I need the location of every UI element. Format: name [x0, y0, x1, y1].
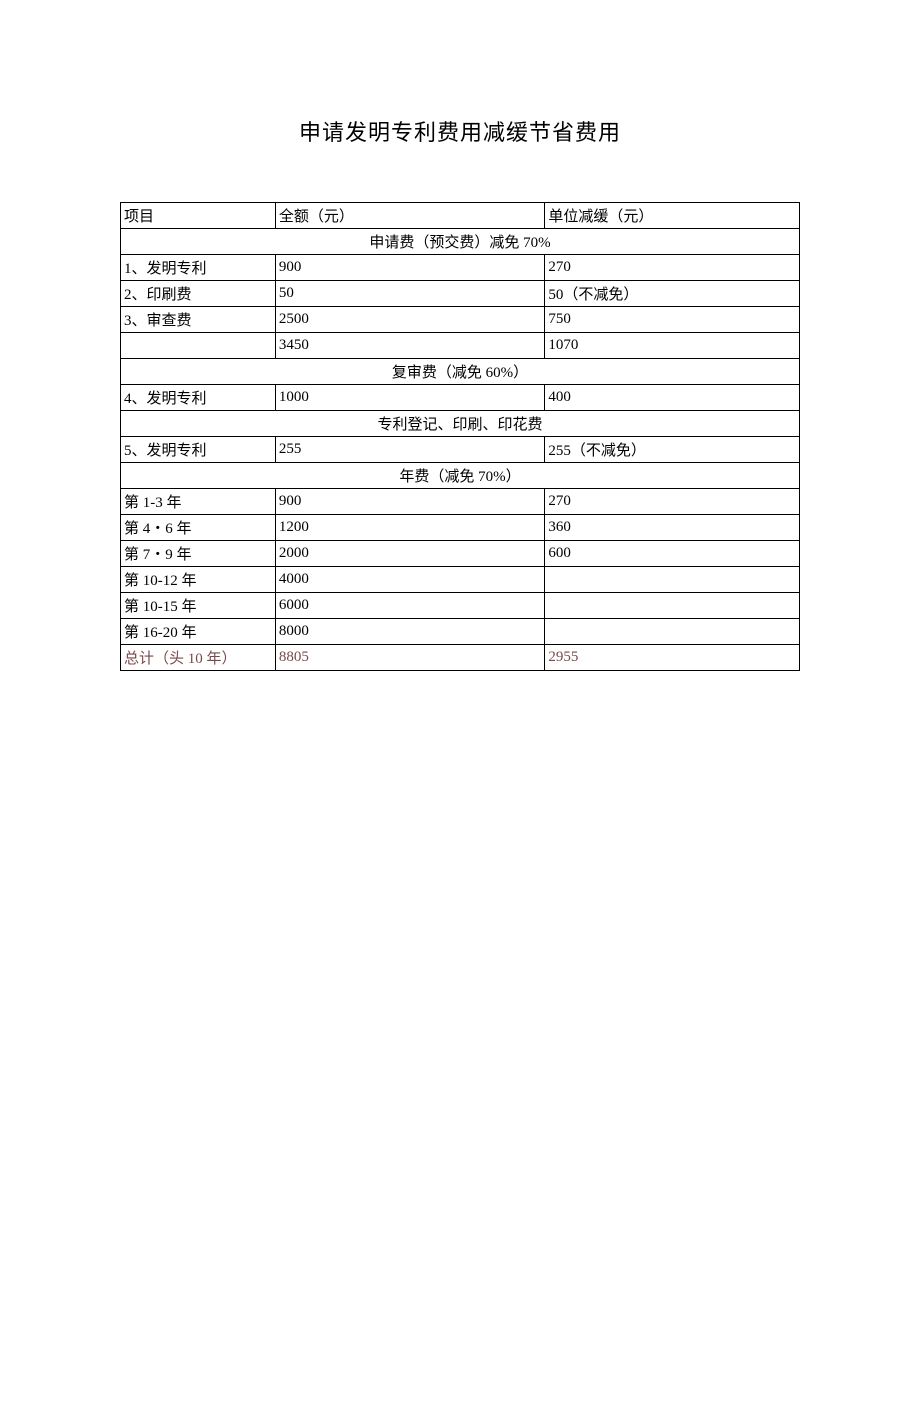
table-row: 3450 1070 [121, 333, 800, 359]
cell-reduced: 400 [545, 385, 800, 411]
cell-full: 4000 [275, 567, 544, 593]
page-title: 申请发明专利费用减缓节省费用 [0, 115, 920, 147]
cell-reduced: 600 [545, 541, 800, 567]
section-label: 复审费（减免 60%） [121, 359, 800, 385]
table-row: 1、发明专利 900 270 [121, 255, 800, 281]
section-header: 复审费（减免 60%） [121, 359, 800, 385]
cell-item: 4、发明专利 [121, 385, 276, 411]
cell-full: 900 [275, 489, 544, 515]
cell-full: 2500 [275, 307, 544, 333]
cell-item: 第 10-15 年 [121, 593, 276, 619]
cell-full: 2000 [275, 541, 544, 567]
cell-reduced: 50（不减免） [545, 281, 800, 307]
table-row: 2、印刷费 50 50（不减免） [121, 281, 800, 307]
cell-reduced: 360 [545, 515, 800, 541]
cell-full: 1000 [275, 385, 544, 411]
section-header: 年费（减免 70%） [121, 463, 800, 489]
table-row: 第 16-20 年 8000 [121, 619, 800, 645]
cell-reduced: 1070 [545, 333, 800, 359]
table-row: 第 4・6 年 1200 360 [121, 515, 800, 541]
cell-reduced: 270 [545, 255, 800, 281]
cell-full: 900 [275, 255, 544, 281]
cell-reduced [545, 567, 800, 593]
cell-item: 第 4・6 年 [121, 515, 276, 541]
cell-item: 1、发明专利 [121, 255, 276, 281]
cell-full: 8000 [275, 619, 544, 645]
table-row: 第 10-15 年 6000 [121, 593, 800, 619]
table-row-total: 总计（头 10 年） 8805 2955 [121, 645, 800, 671]
cell-item: 第 1-3 年 [121, 489, 276, 515]
section-header: 申请费（预交费）减免 70% [121, 229, 800, 255]
cell-full: 6000 [275, 593, 544, 619]
cell-reduced: 270 [545, 489, 800, 515]
cell-reduced: 750 [545, 307, 800, 333]
cell-item: 第 7・9 年 [121, 541, 276, 567]
header-item: 项目 [121, 203, 276, 229]
section-label: 申请费（预交费）减免 70% [121, 229, 800, 255]
cell-full: 1200 [275, 515, 544, 541]
cell-reduced: 255（不减免） [545, 437, 800, 463]
table-row: 3、审查费 2500 750 [121, 307, 800, 333]
table-row: 4、发明专利 1000 400 [121, 385, 800, 411]
cell-full: 8805 [275, 645, 544, 671]
cell-item: 3、审查费 [121, 307, 276, 333]
table-row: 第 7・9 年 2000 600 [121, 541, 800, 567]
cell-item [121, 333, 276, 359]
table-row: 第 1-3 年 900 270 [121, 489, 800, 515]
header-full: 全额（元） [275, 203, 544, 229]
cell-item: 5、发明专利 [121, 437, 276, 463]
cell-item: 总计（头 10 年） [121, 645, 276, 671]
table-row: 第 10-12 年 4000 [121, 567, 800, 593]
cell-item: 第 16-20 年 [121, 619, 276, 645]
cell-reduced: 2955 [545, 645, 800, 671]
cell-item: 第 10-12 年 [121, 567, 276, 593]
cell-full: 255 [275, 437, 544, 463]
cell-reduced [545, 593, 800, 619]
cell-reduced [545, 619, 800, 645]
cell-full: 3450 [275, 333, 544, 359]
fee-table: 项目 全额（元） 单位减缓（元） 申请费（预交费）减免 70% 1、发明专利 9… [120, 202, 800, 671]
cell-full: 50 [275, 281, 544, 307]
header-reduced: 单位减缓（元） [545, 203, 800, 229]
table-row: 5、发明专利 255 255（不减免） [121, 437, 800, 463]
section-label: 年费（减免 70%） [121, 463, 800, 489]
cell-item: 2、印刷费 [121, 281, 276, 307]
section-label: 专利登记、印刷、印花费 [121, 411, 800, 437]
section-header: 专利登记、印刷、印花费 [121, 411, 800, 437]
table-header-row: 项目 全额（元） 单位减缓（元） [121, 203, 800, 229]
